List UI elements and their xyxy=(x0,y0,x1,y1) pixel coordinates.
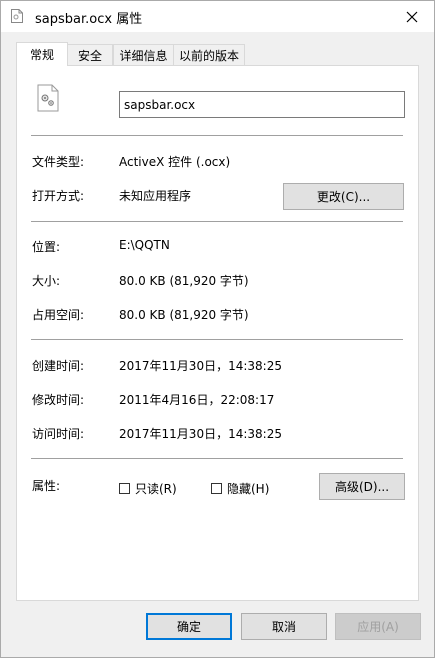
size-on-disk-value: 80.0 KB (81,920 字节) xyxy=(119,308,249,322)
hidden-checkbox-label: 隐藏(H) xyxy=(227,482,270,496)
file-type-value: ActiveX 控件 (.ocx) xyxy=(119,155,231,169)
advanced-button[interactable]: 高级(D)... xyxy=(319,473,405,500)
size-on-disk-label: 占用空间: xyxy=(32,308,85,322)
opens-with-label: 打开方式: xyxy=(32,189,85,203)
modified-label: 修改时间: xyxy=(32,393,85,407)
accessed-label: 访问时间: xyxy=(32,427,85,441)
separator xyxy=(31,135,403,136)
file-type-label: 文件类型: xyxy=(32,155,85,169)
change-button[interactable]: 更改(C)... xyxy=(283,183,404,210)
separator xyxy=(31,458,403,459)
file-name-input[interactable] xyxy=(119,91,405,118)
hidden-checkbox[interactable]: 隐藏(H) xyxy=(211,480,269,497)
created-label: 创建时间: xyxy=(32,359,85,373)
size-label: 大小: xyxy=(32,274,61,288)
close-icon xyxy=(406,11,418,22)
created-value: 2017年11月30日，14:38:25 xyxy=(119,359,282,373)
modified-value: 2011年4月16日，22:08:17 xyxy=(119,393,275,407)
tab-security[interactable]: 安全 xyxy=(67,44,113,65)
attributes-label: 属性: xyxy=(32,479,61,493)
separator xyxy=(31,339,403,340)
general-panel: 文件类型: ActiveX 控件 (.ocx) 打开方式: 未知应用程序 更改(… xyxy=(16,65,419,601)
cancel-button[interactable]: 取消 xyxy=(241,613,327,640)
tab-details[interactable]: 详细信息 xyxy=(113,44,174,65)
accessed-value: 2017年11月30日，14:38:25 xyxy=(119,427,282,441)
readonly-checkbox-box[interactable] xyxy=(119,483,130,494)
title-bar: sapsbar.ocx 属性 xyxy=(1,1,434,32)
properties-dialog: sapsbar.ocx 属性 常规 安全 详细信息 以前的版本 文件类型: Ac… xyxy=(0,0,435,658)
gear-document-icon xyxy=(37,84,59,112)
file-icon xyxy=(11,9,23,23)
tab-previous-versions[interactable]: 以前的版本 xyxy=(173,44,245,65)
close-button[interactable] xyxy=(390,1,434,32)
readonly-checkbox[interactable]: 只读(R) xyxy=(119,480,177,497)
location-label: 位置: xyxy=(32,240,61,254)
hidden-checkbox-box[interactable] xyxy=(211,483,222,494)
separator xyxy=(31,221,403,222)
window-title: sapsbar.ocx 属性 xyxy=(35,12,143,27)
tab-general[interactable]: 常规 xyxy=(16,42,68,66)
apply-button[interactable]: 应用(A) xyxy=(335,613,421,640)
opens-with-value: 未知应用程序 xyxy=(119,189,192,203)
location-value: E:\QQTN xyxy=(119,238,170,252)
ok-button[interactable]: 确定 xyxy=(146,613,232,640)
readonly-checkbox-label: 只读(R) xyxy=(135,482,177,496)
size-value: 80.0 KB (81,920 字节) xyxy=(119,274,249,288)
